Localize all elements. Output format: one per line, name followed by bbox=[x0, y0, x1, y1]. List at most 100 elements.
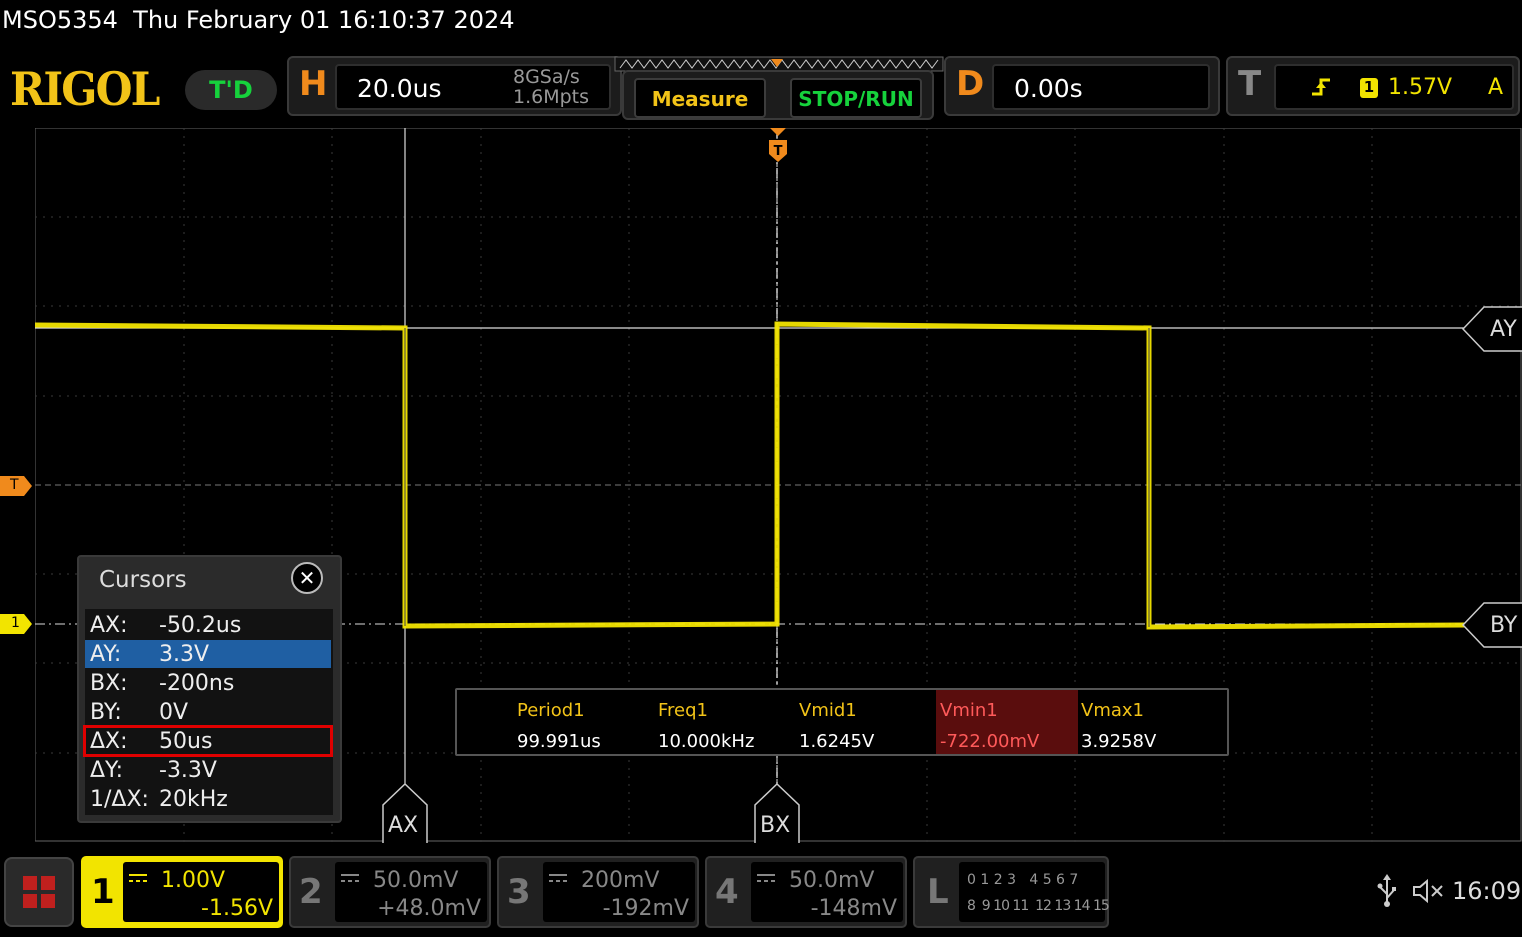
stop-run-button[interactable]: STOP/RUN bbox=[790, 78, 922, 118]
measurement-value: 99.991us bbox=[517, 731, 601, 752]
trigger-level-marker-label: T bbox=[10, 477, 19, 493]
usb-icon bbox=[1377, 874, 1396, 907]
grid-menu-icon bbox=[23, 876, 55, 908]
delay-readout: 0.00s bbox=[992, 64, 1210, 110]
cursor-row-value: 3.3V bbox=[159, 642, 210, 667]
sample-rate: 8GSa/s bbox=[513, 66, 580, 88]
ch1-offset-marker[interactable]: 1 bbox=[0, 614, 34, 634]
horizontal-label: H bbox=[299, 64, 328, 104]
trigger-position-marker-label: T bbox=[774, 144, 783, 159]
trigger-label: T bbox=[1238, 64, 1262, 104]
trigger-sweep-mode: A bbox=[1488, 75, 1504, 100]
trigger-status-badge[interactable]: T'D bbox=[185, 70, 277, 110]
channel-offset: -192mV bbox=[602, 896, 689, 921]
measurement-value: 10.000kHz bbox=[658, 731, 755, 752]
delay-panel[interactable]: D 0.00s bbox=[944, 56, 1220, 116]
cursor-row-value: 0V bbox=[159, 700, 189, 725]
trigger-level-marker[interactable]: T bbox=[0, 476, 34, 496]
dc-coupling-icon bbox=[549, 874, 567, 882]
horizontal-readout: 20.0us 8GSa/s 1.6Mpts bbox=[335, 64, 611, 110]
speaker-muted-icon[interactable] bbox=[1412, 878, 1446, 904]
memory-depth: 1.6Mpts bbox=[513, 86, 590, 108]
cursors-panel-title: Cursors bbox=[99, 567, 187, 593]
delay-value: 0.00s bbox=[1014, 74, 1083, 103]
measurement-period[interactable]: Period1 99.991us bbox=[513, 690, 655, 754]
channel-4-readout: 50.0mV -148mV bbox=[751, 862, 903, 922]
cursor-row-key: AY: bbox=[90, 642, 122, 667]
measurement-vmax[interactable]: Vmax1 3.9258V bbox=[1077, 690, 1219, 754]
logic-channels-row-2: 8 9 10 11 12 13 14 15 bbox=[967, 898, 1110, 914]
cursor-row-value: 20kHz bbox=[159, 787, 228, 812]
channel-number: 1 bbox=[91, 872, 115, 912]
cursor-by-tag[interactable]: BY bbox=[1461, 602, 1522, 648]
channel-offset: +48.0mV bbox=[377, 896, 481, 921]
close-icon[interactable]: ✕ bbox=[291, 562, 323, 594]
channel-2-readout: 50.0mV +48.0mV bbox=[335, 862, 487, 922]
measurement-name: Freq1 bbox=[658, 700, 709, 721]
timebase-value: 20.0us bbox=[357, 74, 442, 103]
channel-2-panel[interactable]: 2 50.0mV +48.0mV bbox=[289, 856, 491, 928]
measurement-name: Vmin1 bbox=[940, 700, 998, 721]
dc-coupling-icon bbox=[129, 874, 147, 882]
dc-coupling-icon bbox=[757, 874, 775, 882]
delay-label: D bbox=[956, 64, 985, 104]
logic-channels-row-1: 0 1 2 3 4 5 6 7 bbox=[967, 872, 1079, 888]
cursor-row-by[interactable]: BY: 0V bbox=[85, 698, 331, 726]
measurement-name: Vmax1 bbox=[1081, 700, 1144, 721]
channel-scale: 50.0mV bbox=[373, 868, 459, 893]
cursor-ay-tag-label: AY bbox=[1490, 317, 1517, 342]
rigol-logo: RIGOL bbox=[10, 62, 160, 116]
cursor-row-key: BX: bbox=[90, 671, 128, 696]
cursor-readout-list: AX: -50.2us AY: 3.3V BX: -200ns BY: 0V Δ… bbox=[83, 609, 333, 815]
trigger-level: 1.57V bbox=[1388, 75, 1453, 100]
measurement-name: Period1 bbox=[517, 700, 585, 721]
cursor-ax-tag[interactable]: AX bbox=[382, 782, 428, 843]
measurement-value: 3.9258V bbox=[1081, 731, 1157, 752]
channel-number: 4 bbox=[715, 872, 739, 912]
cursor-row-delta-x[interactable]: ΔX: 50us bbox=[83, 725, 333, 757]
channel-1-panel[interactable]: 1 1.00V -1.56V bbox=[81, 856, 283, 928]
cursor-ax-tag-label: AX bbox=[388, 813, 419, 838]
measurement-freq[interactable]: Freq1 10.000kHz bbox=[654, 690, 796, 754]
trigger-readout: 1 1.57V A bbox=[1274, 64, 1514, 110]
cursor-row-key: ΔY: bbox=[90, 758, 123, 783]
cursor-row-key: BY: bbox=[90, 700, 122, 725]
cursor-row-value: -3.3V bbox=[159, 758, 217, 783]
channel-1-readout: 1.00V -1.56V bbox=[123, 862, 279, 922]
measurement-value: -722.00mV bbox=[940, 731, 1040, 752]
channel-3-panel[interactable]: 3 200mV -192mV bbox=[497, 856, 699, 928]
cursor-row-inverse-delta-x[interactable]: 1/ΔX: 20kHz bbox=[85, 785, 331, 813]
trigger-source-badge: 1 bbox=[1360, 78, 1378, 98]
measurement-panel[interactable]: Period1 99.991us Freq1 10.000kHz Vmid1 1… bbox=[455, 688, 1229, 756]
channel-scale: 50.0mV bbox=[789, 868, 875, 893]
cursors-panel[interactable]: Cursors ✕ AX: -50.2us AY: 3.3V BX: -200n… bbox=[77, 555, 342, 823]
cursor-row-bx[interactable]: BX: -200ns bbox=[85, 669, 331, 697]
measurement-value: 1.6245V bbox=[799, 731, 875, 752]
measure-button[interactable]: Measure bbox=[634, 78, 766, 118]
measurement-vmin[interactable]: Vmin1 -722.00mV bbox=[936, 690, 1078, 754]
channel-scale: 200mV bbox=[581, 868, 660, 893]
cursor-bx-tag[interactable]: BX bbox=[754, 782, 800, 843]
measurement-name: Vmid1 bbox=[799, 700, 857, 721]
cursor-row-ax[interactable]: AX: -50.2us bbox=[85, 611, 331, 639]
cursor-row-key: 1/ΔX: bbox=[90, 787, 149, 812]
channel-4-panel[interactable]: 4 50.0mV -148mV bbox=[705, 856, 907, 928]
logic-channel-map: 0 1 2 3 4 5 6 7 8 9 10 11 12 13 14 15 bbox=[959, 862, 1110, 922]
channel-scale: 1.00V bbox=[161, 868, 226, 893]
cursor-ay-tag[interactable]: AY bbox=[1461, 306, 1522, 352]
cursor-row-delta-y[interactable]: ΔY: -3.3V bbox=[85, 756, 331, 784]
trigger-panel[interactable]: T 1 1.57V A bbox=[1226, 56, 1520, 116]
channel-number: 3 bbox=[507, 872, 531, 912]
logic-analyzer-panel[interactable]: L 0 1 2 3 4 5 6 7 8 9 10 11 12 13 14 15 bbox=[913, 856, 1110, 928]
cursor-bx-tag-label: BX bbox=[760, 813, 791, 838]
cursor-row-key: AX: bbox=[90, 613, 128, 638]
cursor-row-value: 50us bbox=[159, 729, 213, 754]
trigger-position-marker[interactable]: T bbox=[766, 128, 790, 166]
logic-label: L bbox=[927, 872, 949, 912]
horizontal-panel[interactable]: H 20.0us 8GSa/s 1.6Mpts bbox=[287, 56, 622, 116]
main-menu-button[interactable] bbox=[4, 857, 74, 927]
cursor-by-tag-label: BY bbox=[1490, 613, 1518, 638]
cursor-row-ay[interactable]: AY: 3.3V bbox=[85, 640, 331, 668]
cursor-row-value: -200ns bbox=[159, 671, 235, 696]
measurement-vmid[interactable]: Vmid1 1.6245V bbox=[795, 690, 937, 754]
